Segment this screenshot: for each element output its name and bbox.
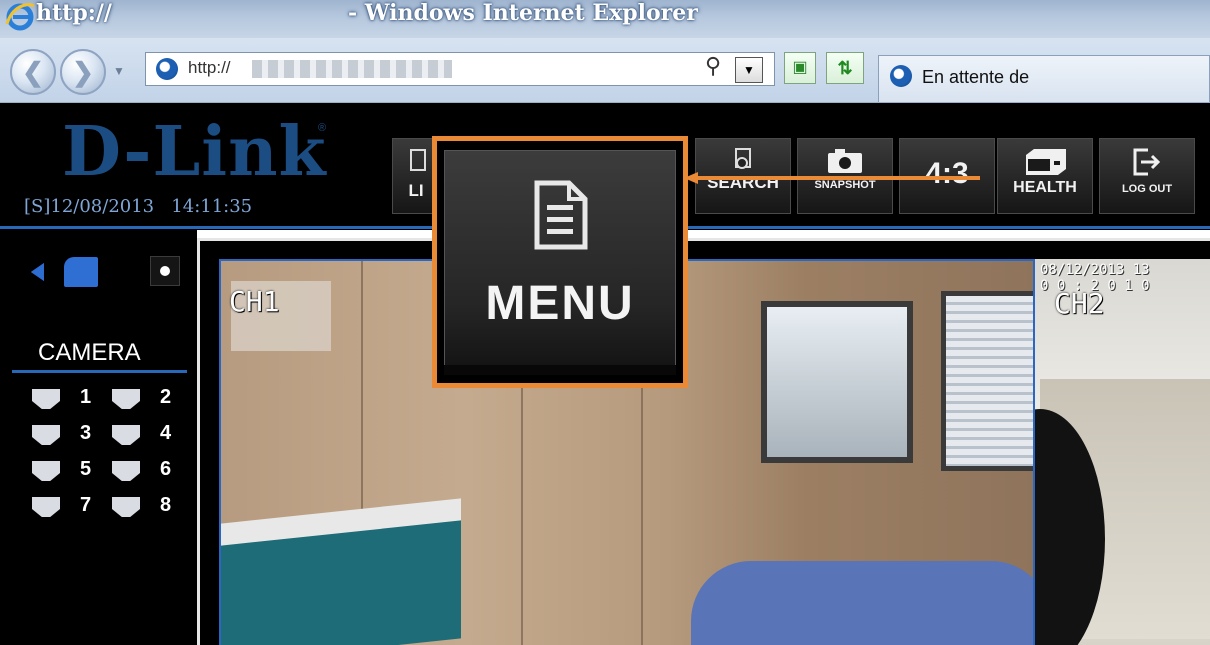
camera-6-button[interactable]: 6 xyxy=(112,458,182,484)
menu-button[interactable] xyxy=(444,150,676,375)
internet-explorer-icon xyxy=(5,3,35,31)
compatibility-view-button[interactable]: ▣ xyxy=(784,52,816,84)
camera-number: 5 xyxy=(80,458,92,480)
compatibility-page-icon: ▣ xyxy=(792,59,808,76)
camera-3-button[interactable]: 3 xyxy=(32,422,102,448)
camera-section-title: CAMERA xyxy=(38,339,141,366)
camera-number: 4 xyxy=(160,422,172,444)
refresh-button[interactable]: ⇅ xyxy=(826,52,864,84)
camera-icon xyxy=(32,389,60,409)
camera-2-button[interactable]: 2 xyxy=(112,386,182,412)
record-button[interactable] xyxy=(150,256,180,286)
camera-number: 2 xyxy=(160,386,172,408)
camera-7-button[interactable]: 7 xyxy=(32,494,102,520)
callout-arrow-icon xyxy=(684,172,980,184)
logout-button[interactable]: LOG OUT xyxy=(1099,138,1195,214)
camera-icon xyxy=(828,149,862,173)
camera-5-button[interactable]: 5 xyxy=(32,458,102,484)
camera-number: 3 xyxy=(80,422,92,444)
registered-mark: ® xyxy=(318,122,327,134)
address-text[interactable]: http:// xyxy=(188,58,231,78)
camera-number: 8 xyxy=(160,494,172,516)
menu-button-shadow xyxy=(444,365,676,375)
chair-object xyxy=(691,561,1033,645)
address-dropdown-button[interactable]: ▼ xyxy=(735,57,763,83)
health-button[interactable]: HEALTH xyxy=(997,138,1093,214)
page-icon xyxy=(156,58,178,80)
camera-icon xyxy=(32,497,60,517)
window-view xyxy=(761,301,913,463)
back-button[interactable]: ❮ xyxy=(10,49,56,95)
window-title-url: http:// xyxy=(36,0,112,26)
document-icon xyxy=(534,180,588,250)
ch2-timestamp: 08/12/2013 13 0 0 : 2 0 1 0 xyxy=(1040,262,1150,294)
camera-icon xyxy=(32,425,60,445)
search-page-icon xyxy=(735,148,751,169)
camera-icon xyxy=(112,461,140,481)
tab-title[interactable]: En attente de xyxy=(922,67,1029,88)
arrow-right-icon: ❯ xyxy=(72,56,94,87)
forward-button[interactable]: ❯ xyxy=(60,49,106,95)
health-label: HEALTH xyxy=(1013,179,1077,196)
dvr-datetime: [S]12/08/2013 14:11:35 xyxy=(24,196,253,217)
tab-page-icon xyxy=(890,65,912,87)
search-icon[interactable]: ⚲ xyxy=(705,53,721,79)
camera-icon xyxy=(112,497,140,517)
camera-number: 1 xyxy=(80,386,92,408)
address-bar[interactable] xyxy=(145,52,775,86)
window-title-app: - Windows Internet Explorer xyxy=(348,0,698,26)
dlink-logo: D-Link xyxy=(62,112,327,192)
camera-icon xyxy=(112,425,140,445)
camera-8-button[interactable]: 8 xyxy=(112,494,182,520)
camera-icon xyxy=(112,389,140,409)
camera-number: 7 xyxy=(80,494,92,516)
window-blinds xyxy=(941,291,1033,471)
camera-1-button[interactable]: 1 xyxy=(32,386,102,412)
hard-drive-icon xyxy=(1026,149,1066,175)
refresh-arrows-icon: ⇅ xyxy=(837,58,853,78)
camera-4-button[interactable]: 4 xyxy=(112,422,182,448)
camera-section-divider xyxy=(12,370,187,373)
ch1-label: CH1 xyxy=(229,285,280,318)
logout-label: LOG OUT xyxy=(1121,183,1173,195)
live-icon xyxy=(410,149,426,171)
logout-icon xyxy=(1133,148,1161,176)
camera-icon xyxy=(32,461,60,481)
quad-view-icon[interactable] xyxy=(64,257,98,287)
address-redacted xyxy=(252,60,452,78)
history-dropdown-icon[interactable]: ▼ xyxy=(113,64,125,78)
arrow-left-icon: ❮ xyxy=(22,56,44,87)
camera-number: 6 xyxy=(160,458,172,480)
menu-label: MENU xyxy=(485,277,635,330)
